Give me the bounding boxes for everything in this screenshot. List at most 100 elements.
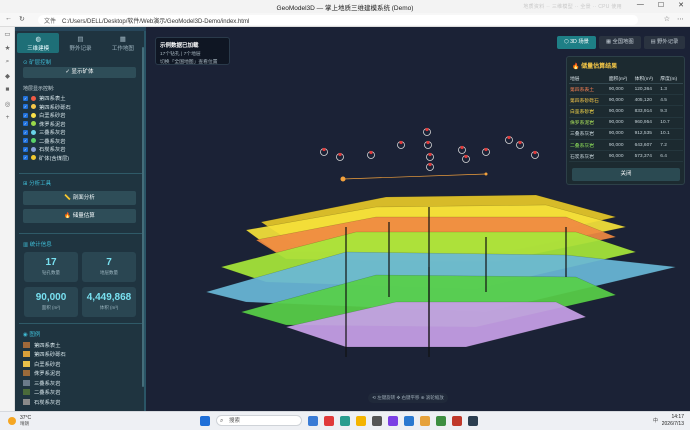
borehole-marker	[428, 162, 432, 167]
table-cell: 912,535	[633, 128, 660, 140]
close-icon[interactable]: ✕	[678, 1, 684, 9]
stat-value: 7	[106, 257, 112, 268]
checkbox-icon[interactable]: ✓	[23, 95, 28, 101]
layer-list: ✓ 第四系表土 ✓ 第四系砂砾石 ✓ 白垩系砂岩 ✓ 侏罗系泥岩 ✓ 三叠系灰岩 ✓ 二叠系灰岩 ✓ 石炭…	[23, 94, 71, 162]
close-reserve-button[interactable]: 关闭	[572, 168, 680, 181]
back-icon[interactable]: ←	[5, 15, 12, 23]
table-row: 第四系表土 90,000 120,364 1.3	[569, 83, 683, 96]
wps-icon[interactable]	[324, 415, 334, 426]
reserve-estimate-button[interactable]: 🔥 储量估算	[23, 209, 136, 223]
stat-volume: 4,449,868 体积 (m³)	[82, 287, 136, 317]
app-icon[interactable]	[436, 415, 446, 426]
view-tab-field-records[interactable]: ▤ 野外记录	[643, 36, 686, 49]
minimize-icon[interactable]: —	[637, 1, 644, 9]
borehole-marker	[518, 140, 522, 145]
file-explorer-icon[interactable]	[356, 415, 366, 426]
edge-icon[interactable]	[340, 415, 350, 426]
weather-text: 晴朗	[20, 421, 29, 426]
layer-toggle[interactable]: ✓ 侏罗系泥岩	[23, 120, 71, 129]
maximize-icon[interactable]: ☐	[658, 1, 664, 9]
app-icon[interactable]	[420, 415, 430, 426]
add-icon[interactable]: +	[0, 114, 15, 125]
favorites-icon[interactable]: ★	[0, 44, 15, 55]
office-icon[interactable]: ■	[0, 86, 15, 97]
borehole-marker	[425, 127, 429, 132]
show-orebody-button[interactable]: ✓ 显示矿体	[23, 67, 136, 78]
borehole-marker	[533, 150, 537, 155]
checkbox-icon[interactable]: ✓	[23, 121, 28, 127]
info-line2: 切换「全国地图」查看位置	[160, 60, 218, 65]
favorite-icon[interactable]: ☆	[664, 15, 670, 23]
stat-label: 钻孔数量	[42, 270, 60, 275]
time: 14:17	[671, 414, 684, 420]
url-field[interactable]: 文件 C:/Users/DELL/Desktop/软件/Web演示/GeoMode…	[38, 15, 638, 25]
measure-point	[484, 172, 488, 176]
layer-toggle[interactable]: ✓ 二叠系灰岩	[23, 137, 71, 146]
refresh-icon[interactable]: ↻	[19, 15, 25, 23]
checkbox-icon[interactable]: ✓	[23, 155, 28, 161]
reserve-title-text: 储量估算结果	[581, 64, 618, 70]
layer-toggle[interactable]: ✓ 矿体(含煤层)	[23, 154, 71, 163]
legend-swatch	[23, 389, 30, 396]
panel-tabs: ◍ 三维建模 ▤ 野外记录 ▦ 工作地图	[17, 33, 144, 53]
copilot-icon[interactable]: ◆	[0, 72, 15, 83]
tab-work-map[interactable]: ▦ 工作地图	[102, 33, 144, 53]
stat-value: 4,449,868	[86, 292, 132, 303]
layer-toggle[interactable]: ✓ 第四系砂砾石	[23, 103, 71, 112]
globe-icon: ◍	[35, 36, 41, 43]
table-row: 白垩系砂岩 90,000 833,914 9.3	[569, 105, 683, 118]
profile-analysis-button[interactable]: 📏 剖面分析	[23, 191, 136, 205]
layer-color-dot	[31, 104, 36, 110]
tray-lang[interactable]: 中	[653, 417, 658, 424]
app-icon[interactable]	[468, 415, 478, 426]
legend-swatch	[23, 341, 30, 348]
table-row: 侏罗系泥岩 90,000 960,954 10.7	[569, 117, 683, 129]
weather-widget[interactable]: 37°C 晴朗	[8, 415, 31, 427]
flame-icon: 🔥	[64, 213, 73, 219]
task-view-icon[interactable]	[308, 415, 318, 426]
table-cell: 白垩系砂岩	[569, 105, 608, 118]
reserve-title: 🔥 储量估算结果	[572, 61, 617, 70]
view-tab-3d[interactable]: ⬡ 3D 场景	[557, 36, 596, 49]
table-cell: 4.5	[659, 94, 683, 107]
stat-label: 体积 (m³)	[99, 305, 119, 310]
taskbar-search[interactable]: 搜索	[216, 415, 302, 426]
ruler-icon: 📏	[64, 195, 73, 201]
layer-toggle[interactable]: ✓ 第四系表土	[23, 94, 71, 103]
legend-title-text: 图例	[29, 332, 41, 338]
globe-icon[interactable]: ◎	[0, 100, 15, 111]
windows-start-icon[interactable]	[200, 415, 210, 426]
checkbox-icon[interactable]: ✓	[23, 146, 28, 152]
app-icon[interactable]	[372, 415, 382, 426]
reserve-table: 地层 面积(m²) 体积(m³) 厚度(m) 第四系表土 90,000 120,364 1.…	[569, 73, 683, 163]
checkbox-icon[interactable]: ✓	[23, 112, 28, 118]
legend-swatch	[23, 379, 30, 386]
app-icon[interactable]	[404, 415, 414, 426]
table-cell: 侏罗系泥岩	[569, 117, 608, 129]
search-icon[interactable]: ⌕	[0, 58, 15, 69]
layer-toggle[interactable]: ✓ 白垩系砂岩	[23, 111, 71, 120]
layer-toggle[interactable]: ✓ 三叠系灰岩	[23, 128, 71, 137]
panel-scrollbar[interactable]	[142, 47, 144, 387]
layer-color-dot	[31, 121, 36, 127]
checkbox-icon[interactable]: ✓	[23, 138, 28, 144]
tabs-icon[interactable]: ▭	[0, 30, 15, 41]
clock[interactable]: 14:17 2026/7/13	[662, 414, 684, 428]
app-icon[interactable]	[388, 415, 398, 426]
more-icon[interactable]: ⋯	[677, 15, 684, 23]
layer-label: 第四系砂砾石	[39, 104, 71, 111]
borehole-marker	[460, 145, 464, 150]
measure-point	[340, 176, 346, 182]
checkbox-icon[interactable]: ✓	[23, 129, 28, 135]
file-label: 文件	[44, 19, 57, 25]
app-icon[interactable]	[452, 415, 462, 426]
borehole-marker	[322, 147, 326, 152]
layer-toggle[interactable]: ✓ 石炭系灰岩	[23, 145, 71, 154]
borehole-marker	[399, 140, 403, 145]
table-cell: 643,607	[633, 139, 660, 152]
tab-3d-modeling[interactable]: ◍ 三维建模	[17, 33, 60, 53]
view-tab-national-map[interactable]: ▦ 全国地图	[598, 36, 641, 49]
button-label: 剖面分析	[72, 195, 95, 201]
tab-field-records[interactable]: ▤ 野外记录	[59, 33, 101, 53]
checkbox-icon[interactable]: ✓	[23, 104, 28, 110]
